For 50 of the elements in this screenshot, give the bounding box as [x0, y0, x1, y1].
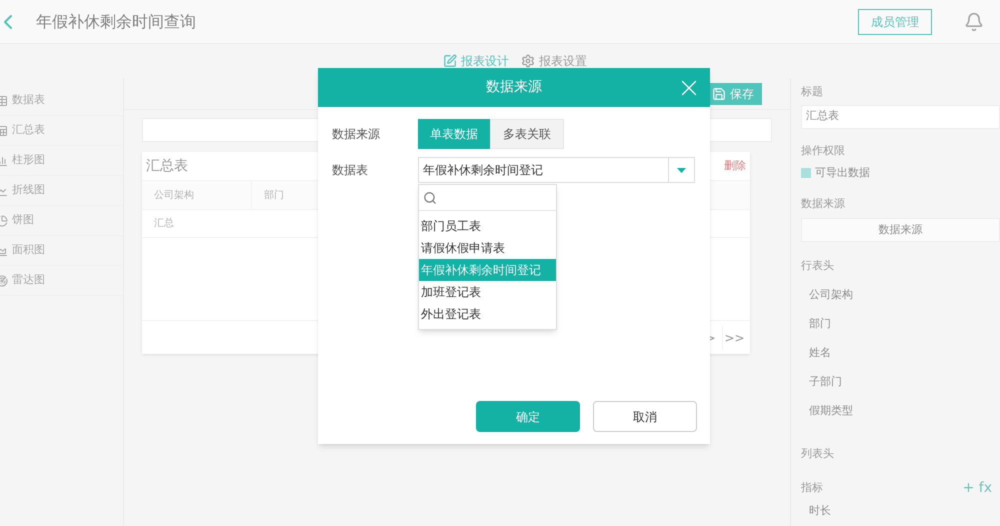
- search-icon: [423, 190, 437, 204]
- row-header-item[interactable]: 子部门: [809, 374, 1000, 390]
- section-label: 行表头: [801, 258, 835, 274]
- sidebar-item[interactable]: 雷达图: [0, 266, 123, 296]
- sidebar-item[interactable]: 数据表: [0, 86, 123, 116]
- dropdown-option[interactable]: 外出登记表: [419, 303, 556, 325]
- row-header-item[interactable]: 假期类型: [809, 402, 1000, 420]
- confirm-button[interactable]: 确定: [476, 401, 580, 432]
- save-icon: [712, 86, 726, 100]
- pager-button[interactable]: >>: [722, 326, 746, 350]
- field-label: 数据表: [332, 162, 369, 179]
- row-header-item[interactable]: 公司架构: [809, 286, 1000, 304]
- data-source-button[interactable]: 数据来源: [801, 218, 1000, 242]
- sidebar-item[interactable]: 折线图: [0, 176, 123, 206]
- page-title: 年假补休剩余时间查询: [36, 10, 196, 32]
- section-label: 标题: [801, 84, 824, 100]
- section-label: 操作权限: [801, 142, 846, 158]
- toolbar-tab[interactable]: 报表设计: [443, 52, 509, 70]
- source-tab[interactable]: 单表数据: [418, 119, 490, 149]
- sidebar-item[interactable]: 饼图: [0, 206, 123, 236]
- members-button[interactable]: 成员管理: [858, 8, 932, 34]
- section-label: 列表头: [801, 446, 835, 462]
- row-header-item[interactable]: 部门: [809, 316, 1000, 332]
- card-title: 汇总表: [146, 156, 188, 176]
- bell-icon[interactable]: [964, 12, 984, 32]
- sidebar-item[interactable]: 柱形图: [0, 146, 123, 176]
- checkbox-label: 可导出数据: [815, 165, 870, 181]
- metric-item[interactable]: 时长: [809, 503, 1000, 520]
- table-select[interactable]: 年假补休剩余时间登记: [418, 157, 695, 183]
- dropdown-option[interactable]: 年假补休剩余时间登记: [419, 259, 556, 281]
- settings-icon: [521, 54, 535, 68]
- column-header: 公司架构: [142, 181, 252, 209]
- delete-link[interactable]: 删除: [724, 158, 746, 174]
- sidebar-item[interactable]: 面积图: [0, 236, 123, 266]
- dropdown-option[interactable]: 请假休假申请表: [419, 237, 556, 259]
- export-checkbox[interactable]: [801, 168, 811, 178]
- dialog-title: 数据来源: [486, 78, 542, 97]
- toolbar-tab[interactable]: 报表设置: [521, 52, 587, 70]
- sidebar-item[interactable]: 汇总表: [0, 116, 123, 146]
- cancel-button[interactable]: 取消: [593, 401, 697, 432]
- dropdown-option[interactable]: 部门员工表: [419, 215, 556, 237]
- table-cell-text: 汇总: [153, 216, 175, 231]
- add-formula-button[interactable]: + fx: [962, 478, 992, 499]
- dropdown-option[interactable]: 加班登记表: [419, 281, 556, 303]
- row-header-item[interactable]: 姓名: [809, 344, 1000, 362]
- section-label: 指标: [801, 480, 823, 496]
- field-label: 数据来源: [332, 126, 381, 143]
- source-tab[interactable]: 多表关联: [490, 119, 564, 149]
- section-label: 数据来源: [801, 196, 846, 212]
- title-field[interactable]: 汇总表: [801, 104, 1000, 128]
